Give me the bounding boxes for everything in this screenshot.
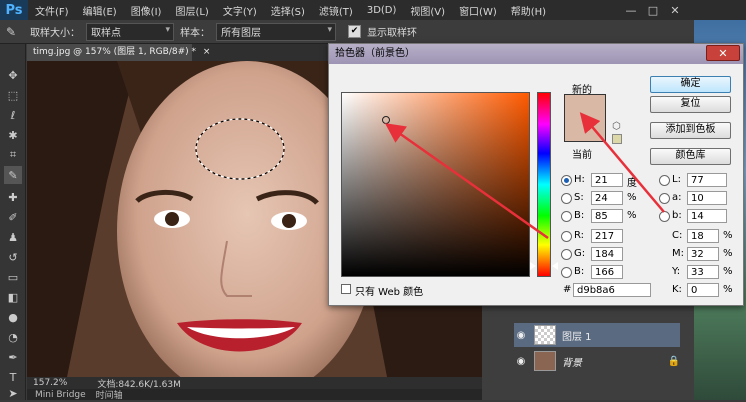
annotation-arrows <box>384 112 665 240</box>
arrow-to-field <box>384 123 549 240</box>
arrow-to-swatch <box>579 112 665 213</box>
